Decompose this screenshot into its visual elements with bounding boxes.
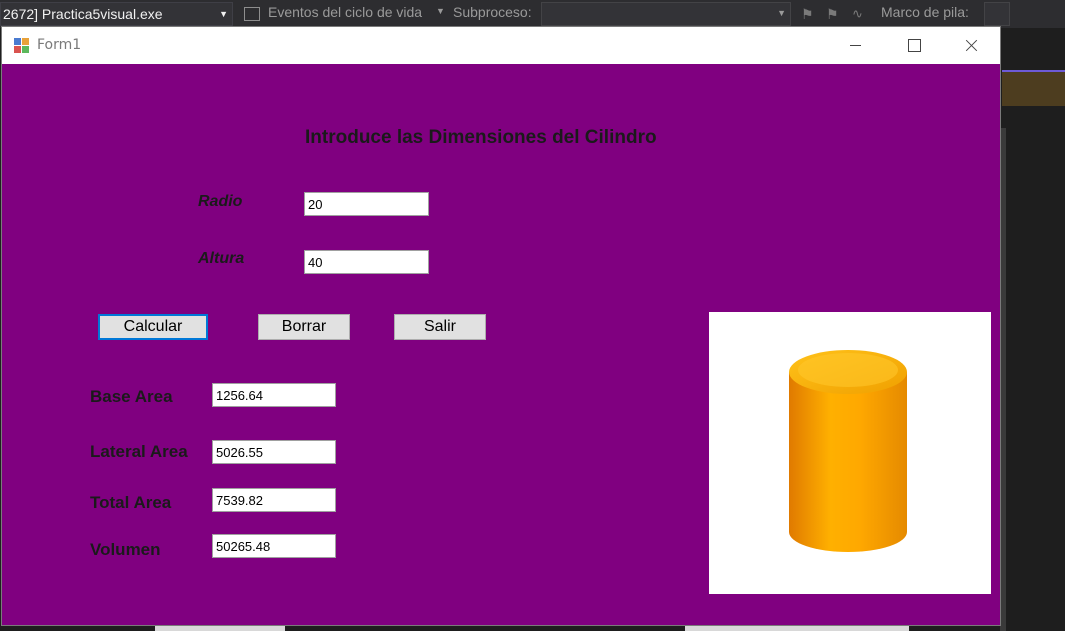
base-area-field[interactable]	[212, 383, 336, 407]
vs-editor-band	[1002, 72, 1065, 106]
cylinder-picture	[709, 312, 991, 594]
stack-frame-label: Marco de pila:	[881, 4, 969, 20]
lifecycle-events-icon[interactable]	[244, 7, 260, 21]
cylinder-image	[789, 350, 907, 552]
salir-button[interactable]: Salir	[394, 314, 486, 340]
thread-dropdown[interactable]: ▼	[541, 2, 791, 26]
total-area-label: Total Area	[90, 493, 172, 512]
form-window: Form1 Introduce las Dimensiones del Cili…	[1, 26, 1001, 626]
lifecycle-events-menu[interactable]: Eventos del ciclo de vida	[268, 4, 422, 20]
lateral-area-field[interactable]	[212, 440, 336, 464]
process-dropdown[interactable]: 2672] Practica5visual.exe ▼	[0, 2, 233, 26]
base-area-label: Base Area	[90, 387, 173, 406]
title-bar[interactable]: Form1	[2, 27, 1000, 64]
radio-input[interactable]	[304, 192, 429, 216]
borrar-button[interactable]: Borrar	[258, 314, 350, 340]
total-area-field[interactable]	[212, 488, 336, 512]
stack-frames-icon[interactable]: ∿	[852, 6, 863, 22]
vs-bottom-element	[685, 626, 909, 631]
altura-label: Altura	[198, 250, 245, 267]
flag-thread-icon[interactable]: ⚑	[801, 6, 814, 23]
minimize-button[interactable]	[826, 27, 884, 64]
vs-debug-toolbar: 2672] Practica5visual.exe ▼ Eventos del …	[0, 0, 1065, 28]
chevron-down-icon[interactable]: ▼	[436, 6, 445, 16]
lateral-area-label: Lateral Area	[90, 442, 188, 461]
volumen-label: Volumen	[90, 540, 161, 559]
chevron-down-icon: ▼	[219, 9, 228, 19]
process-name: 2672] Practica5visual.exe	[3, 6, 163, 22]
radio-label: Radio	[198, 193, 243, 210]
flag-threads-icon[interactable]: ⚑	[826, 6, 839, 23]
close-button[interactable]	[942, 27, 1000, 64]
volumen-field[interactable]	[212, 534, 336, 558]
chevron-down-icon: ▼	[777, 8, 786, 18]
vs-bottom-element	[155, 626, 285, 631]
stack-frame-dropdown[interactable]	[984, 2, 1010, 26]
calcular-button[interactable]: Calcular	[98, 314, 208, 340]
maximize-button[interactable]	[884, 27, 942, 64]
form-heading: Introduce las Dimensiones del Cilindro	[305, 127, 657, 148]
window-title: Form1	[37, 37, 82, 53]
app-icon	[14, 38, 30, 54]
thread-label: Subproceso:	[453, 4, 532, 20]
altura-input[interactable]	[304, 250, 429, 274]
